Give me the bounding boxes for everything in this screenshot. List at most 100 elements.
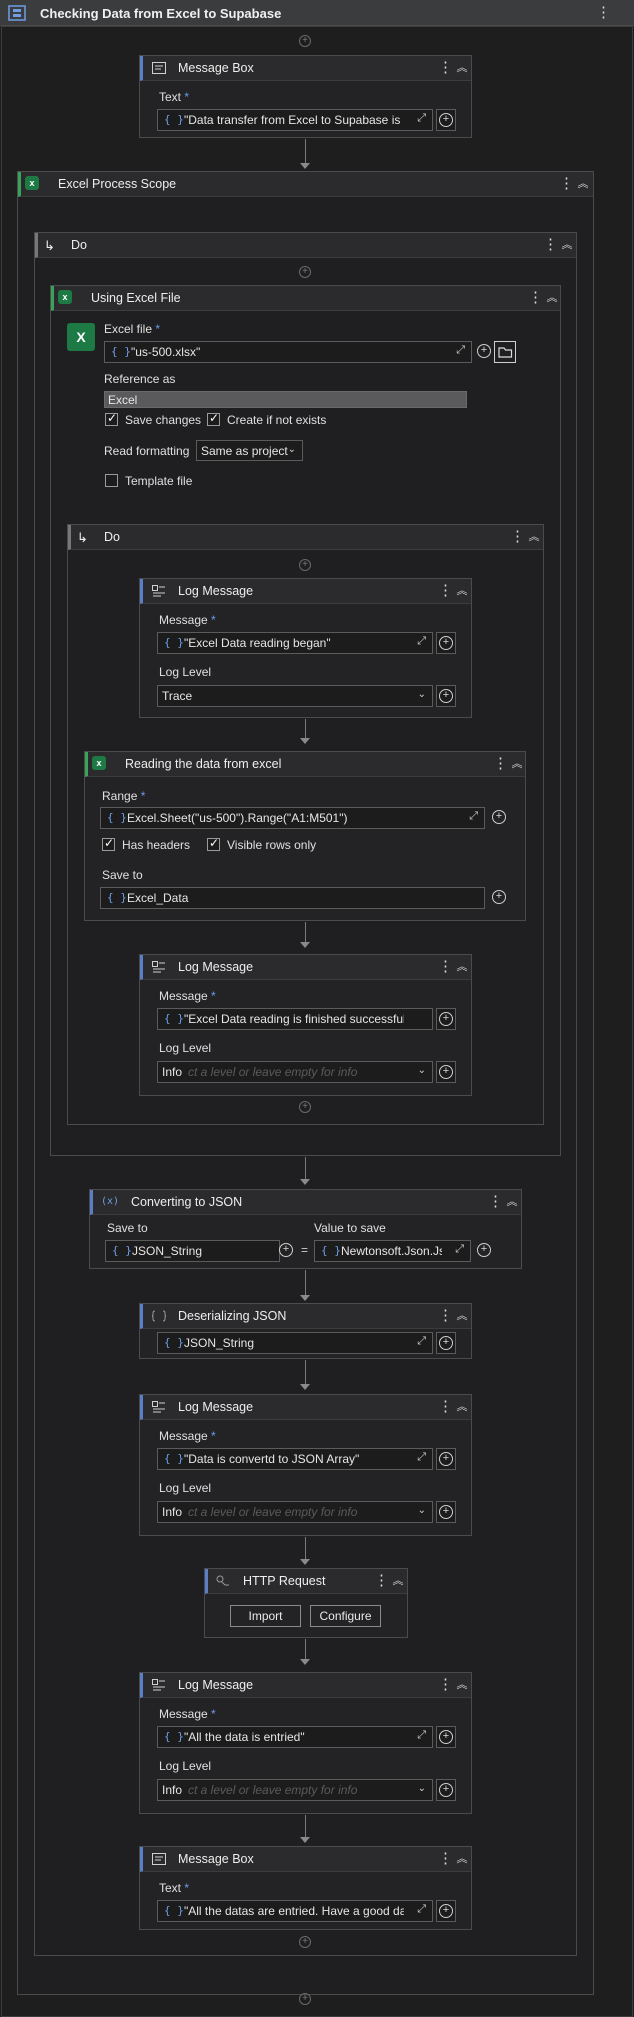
import-button[interactable]: Import <box>230 1605 301 1627</box>
collapse-icon[interactable]: ︽ <box>545 289 559 307</box>
message-box-activity[interactable]: Message Box ⋮ ︽ Text * { } "All the data… <box>139 1846 472 1930</box>
read-range-activity[interactable]: x Reading the data from excel ⋮ ︽ Range … <box>84 751 526 921</box>
activity-menu-icon[interactable]: ⋮ <box>438 1850 453 1868</box>
add-activity-icon[interactable]: + <box>299 559 311 571</box>
log-message-activity[interactable]: Log Message ⋮ ︽ Message * { } "Excel Dat… <box>139 954 472 1096</box>
collapse-icon[interactable]: ︽ <box>510 755 524 773</box>
expand-icon[interactable]: ⤢ <box>455 1243 464 1256</box>
save-to-field[interactable]: { } Excel_Data <box>100 887 485 909</box>
add-argument-button[interactable]: + <box>489 807 509 829</box>
log-message-activity[interactable]: Log Message ⋮ ︽ Message * { } "All the d… <box>139 1672 472 1814</box>
message-field[interactable]: { } "Data is convertd to JSON Array" ⤢ <box>157 1448 433 1470</box>
activity-menu-icon[interactable]: ⋮ <box>438 1398 453 1416</box>
expand-icon[interactable]: ⤢ <box>417 1335 426 1348</box>
activity-menu-icon[interactable]: ⋮ <box>374 1572 389 1590</box>
value-to-save-field[interactable]: { } Newtonsoft.Json.JsonC ⤢ <box>314 1240 471 1262</box>
activity-menu-icon[interactable]: ⋮ <box>510 528 525 546</box>
expand-icon[interactable]: ⤢ <box>417 635 426 648</box>
add-activity-icon[interactable]: + <box>299 35 311 47</box>
collapse-icon[interactable]: ︽ <box>455 1398 469 1416</box>
http-request-activity[interactable]: HTTP Request ⋮ ︽ Import Configure <box>204 1568 408 1638</box>
expand-icon[interactable]: ⤢ <box>417 1903 426 1916</box>
has-headers-checkbox[interactable] <box>102 836 115 851</box>
collapse-icon[interactable]: ︽ <box>455 1307 469 1325</box>
add-argument-button[interactable]: + <box>436 1332 456 1354</box>
add-argument-button[interactable]: + <box>436 1061 456 1083</box>
collapse-icon[interactable]: ︽ <box>455 59 469 77</box>
visible-rows-only-checkbox[interactable] <box>207 836 220 851</box>
message-field[interactable]: { } "Excel Data reading began" ⤢ <box>157 632 433 654</box>
expand-icon[interactable]: ⤢ <box>417 1451 426 1464</box>
activity-menu-icon[interactable]: ⋮ <box>438 582 453 600</box>
add-argument-button[interactable]: + <box>436 1900 456 1922</box>
log-level-select[interactable]: Info ct a level or leave empty for info … <box>157 1501 433 1523</box>
log-message-activity[interactable]: Log Message ⋮ ︽ Message * { } "Data is c… <box>139 1394 472 1536</box>
workflow-menu-icon[interactable]: ⋮ <box>596 4 611 22</box>
activity-menu-icon[interactable]: ⋮ <box>543 236 558 254</box>
activity-menu-icon[interactable]: ⋮ <box>493 755 508 773</box>
create-if-not-exists-label: Create if not exists <box>227 413 327 427</box>
collapse-icon[interactable]: ︽ <box>560 236 574 254</box>
text-field[interactable]: { } "All the datas are entried. Have a g… <box>157 1900 433 1922</box>
read-formatting-select[interactable]: Same as project ⌄ <box>196 440 303 461</box>
add-argument-button[interactable]: + <box>436 1726 456 1748</box>
message-field[interactable]: { } "All the data is entried" ⤢ <box>157 1726 433 1748</box>
log-level-label: Log Level <box>159 1041 212 1055</box>
log-level-select[interactable]: Trace ⌄ <box>157 685 433 707</box>
activity-menu-icon[interactable]: ⋮ <box>528 289 543 307</box>
expand-icon[interactable]: ⤢ <box>417 112 426 125</box>
json-string-field[interactable]: { } JSON_String ⤢ <box>157 1332 433 1354</box>
assign-activity[interactable]: (x) Converting to JSON ⋮ ︽ Save to Value… <box>89 1189 522 1269</box>
collapse-icon[interactable]: ︽ <box>576 175 590 193</box>
equals-sign: = <box>301 1243 309 1257</box>
collapse-icon[interactable]: ︽ <box>505 1193 519 1211</box>
configure-button[interactable]: Configure <box>310 1605 381 1627</box>
collapse-icon[interactable]: ︽ <box>455 958 469 976</box>
save-to-field[interactable]: { } JSON_String <box>105 1240 280 1262</box>
add-activity-icon[interactable]: + <box>299 1936 311 1948</box>
deserialize-json-activity[interactable]: Deserializing JSON ⋮ ︽ { } JSON_String ⤢… <box>139 1303 472 1359</box>
activity-menu-icon[interactable]: ⋮ <box>438 59 453 77</box>
activity-menu-icon[interactable]: ⋮ <box>438 1307 453 1325</box>
add-activity-icon[interactable]: + <box>299 266 311 278</box>
collapse-icon[interactable]: ︽ <box>391 1572 405 1590</box>
excel-file-field[interactable]: { } "us-500.xlsx" ⤢ <box>104 341 472 363</box>
add-argument-button[interactable]: + <box>276 1240 296 1262</box>
log-level-select[interactable]: Info ct a level or leave empty for info … <box>157 1779 433 1801</box>
activity-menu-icon[interactable]: ⋮ <box>438 958 453 976</box>
collapse-icon[interactable]: ︽ <box>455 582 469 600</box>
log-level-select[interactable]: Info ct a level or leave empty for info … <box>157 1061 433 1083</box>
add-argument-button[interactable]: + <box>474 341 494 363</box>
expand-icon[interactable]: ⤢ <box>417 1729 426 1742</box>
activity-menu-icon[interactable]: ⋮ <box>488 1193 503 1211</box>
collapse-icon[interactable]: ︽ <box>527 528 541 546</box>
add-argument-button[interactable]: + <box>489 887 509 909</box>
collapse-icon[interactable]: ︽ <box>455 1850 469 1868</box>
add-activity-icon[interactable]: + <box>299 1101 311 1113</box>
reference-as-field[interactable]: Excel <box>104 391 467 408</box>
expand-icon[interactable]: ⤢ <box>456 344 465 357</box>
browse-folder-button[interactable] <box>494 341 516 363</box>
range-field[interactable]: { } Excel.Sheet("us-500").Range("A1:M501… <box>100 807 485 829</box>
message-field[interactable]: { } "Excel Data reading is finished succ… <box>157 1008 433 1030</box>
message-box-activity[interactable]: Message Box ⋮ ︽ Text * { } "Data transfe… <box>139 55 472 138</box>
log-message-activity[interactable]: Log Message ⋮ ︽ Message * { } "Excel Dat… <box>139 578 472 718</box>
add-argument-button[interactable]: + <box>436 685 456 707</box>
add-argument-button[interactable]: + <box>436 109 456 131</box>
activity-menu-icon[interactable]: ⋮ <box>559 175 574 193</box>
add-activity-icon[interactable]: + <box>299 1993 311 2005</box>
create-if-not-exists-checkbox[interactable] <box>207 411 220 426</box>
activity-menu-icon[interactable]: ⋮ <box>438 1676 453 1694</box>
add-argument-button[interactable]: + <box>436 1501 456 1523</box>
log-message-icon <box>152 1679 165 1691</box>
add-argument-button[interactable]: + <box>436 632 456 654</box>
add-argument-button[interactable]: + <box>474 1240 494 1262</box>
template-file-checkbox[interactable] <box>105 474 118 487</box>
add-argument-button[interactable]: + <box>436 1779 456 1801</box>
save-changes-checkbox[interactable] <box>105 411 118 426</box>
text-field[interactable]: { } "Data transfer from Excel to Supabas… <box>157 109 433 131</box>
add-argument-button[interactable]: + <box>436 1448 456 1470</box>
expand-icon[interactable]: ⤢ <box>469 810 478 823</box>
add-argument-button[interactable]: + <box>436 1008 456 1030</box>
collapse-icon[interactable]: ︽ <box>455 1676 469 1694</box>
